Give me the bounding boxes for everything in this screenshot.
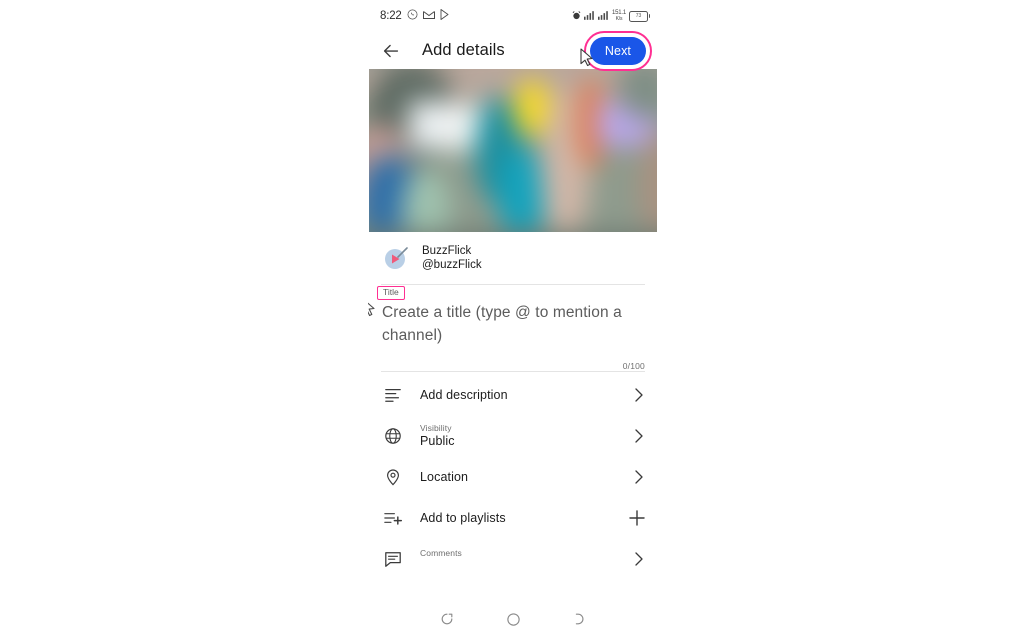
channel-name: BuzzFlick: [422, 245, 472, 257]
row-add-to-playlists[interactable]: Add to playlists: [368, 497, 658, 538]
chevron-right-icon[interactable]: [627, 551, 645, 566]
row-comments[interactable]: Comments: [368, 538, 658, 579]
back-nav-icon[interactable]: [570, 610, 588, 628]
status-time: 8:22: [380, 10, 402, 22]
signal-bars-sim1-icon: [583, 7, 595, 25]
mouse-cursor-icon-title: [368, 298, 377, 317]
row-location[interactable]: Location: [368, 456, 658, 497]
chevron-right-icon[interactable]: [627, 387, 645, 402]
android-nav-bar: [368, 598, 658, 640]
row-value-clipped: [420, 559, 611, 570]
battery-icon: 73: [629, 10, 650, 22]
title-label-chip: Title: [377, 286, 405, 301]
location-pin-icon: [382, 466, 404, 488]
network-speed-unit: K/s: [615, 16, 623, 22]
back-arrow-icon[interactable]: [380, 40, 402, 62]
app-bar: Add details Next: [368, 30, 658, 71]
row-add-description[interactable]: Add description: [368, 374, 658, 415]
status-bar: 8:22 151.1 K/s 73: [368, 0, 658, 32]
title-char-counter: 0/100: [622, 361, 645, 371]
row-body: Add to playlists: [420, 511, 611, 525]
alarm-icon: [572, 7, 581, 25]
row-body: Add description: [420, 388, 611, 402]
row-sublabel: Visibility: [420, 423, 452, 433]
chevron-right-icon[interactable]: [627, 428, 645, 443]
row-label: Location: [420, 469, 469, 484]
next-button[interactable]: Next: [589, 36, 646, 65]
next-button-wrapper: Next: [583, 30, 652, 71]
home-circle-icon[interactable]: [504, 610, 522, 628]
video-thumbnail[interactable]: [369, 69, 657, 232]
row-label: Add to playlists: [420, 510, 506, 525]
row-visibility[interactable]: Visibility Public: [368, 415, 658, 456]
battery-level: 73: [635, 12, 642, 19]
recents-icon[interactable]: [438, 610, 456, 628]
row-body: Location: [420, 470, 611, 484]
thumbnail-blur-layer: [369, 69, 657, 232]
status-bar-left: 8:22: [380, 7, 450, 25]
channel-meta: BuzzFlick @buzzFlick: [422, 245, 482, 271]
row-value: Public: [420, 434, 455, 448]
screenshot-canvas: 8:22 151.1 K/s 73 Add details Next BuzzF…: [0, 0, 1024, 640]
options-list: Add description Visibility Public Locati…: [368, 372, 658, 579]
globe-icon: [382, 425, 404, 447]
network-speed-indicator: 151.1 K/s: [612, 10, 626, 22]
plus-icon[interactable]: [627, 509, 645, 526]
channel-handle: @buzzFlick: [422, 259, 482, 271]
signal-bars-sim2-icon: [597, 7, 609, 25]
playlist-add-icon: [382, 507, 404, 529]
row-label: Add description: [420, 387, 508, 402]
row-body: Comments: [420, 548, 611, 570]
buzzflick-play-avatar: [382, 244, 410, 272]
play-store-icon: [440, 7, 450, 25]
status-bar-right: 151.1 K/s 73: [572, 7, 650, 25]
whatsapp-icon: [407, 7, 418, 25]
description-lines-icon: [382, 384, 404, 406]
row-sublabel: Comments: [420, 547, 462, 558]
row-body: Visibility Public: [420, 423, 611, 448]
title-field[interactable]: Title Create a title (type @ to mention …: [368, 285, 658, 353]
channel-row[interactable]: BuzzFlick @buzzFlick: [368, 232, 658, 284]
chevron-right-icon[interactable]: [627, 469, 645, 484]
gmail-icon: [422, 7, 435, 25]
phone-viewport: 8:22 151.1 K/s 73 Add details Next BuzzF…: [368, 0, 658, 640]
page-title: Add details: [422, 41, 505, 59]
comment-icon: [382, 548, 404, 570]
title-input-placeholder[interactable]: Create a title (type @ to mention a chan…: [382, 301, 644, 347]
